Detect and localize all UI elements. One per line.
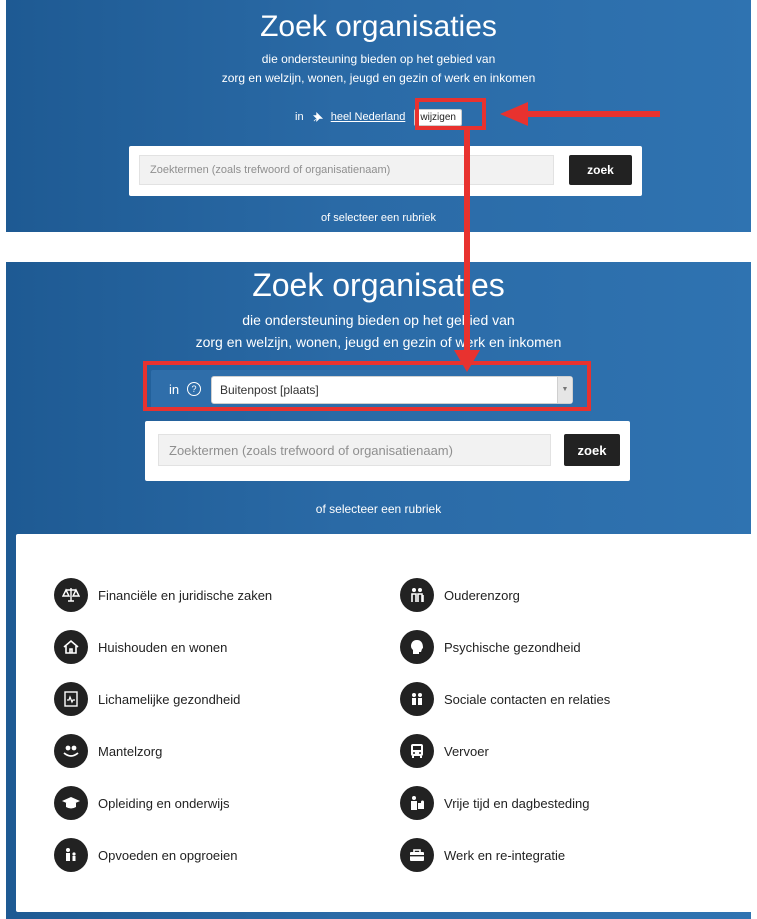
category-item-opvoeden[interactable]: Opvoeden en opgroeien bbox=[54, 838, 238, 872]
arrow-left-icon bbox=[500, 102, 528, 126]
subtitle-line-2-expanded: zorg en welzijn, wonen, jeugd en gezin o… bbox=[195, 334, 562, 350]
elderly-icon bbox=[400, 578, 434, 612]
graduation-cap-icon bbox=[54, 786, 88, 820]
subtitle-line-1-expanded: die ondersteuning bieden op het gebied v… bbox=[242, 312, 515, 328]
heart-monitor-icon bbox=[54, 682, 88, 716]
search-box: zoek bbox=[129, 146, 642, 196]
search-input[interactable] bbox=[139, 155, 554, 185]
people-icon bbox=[400, 682, 434, 716]
category-item-lichamelijk[interactable]: Lichamelijke gezondheid bbox=[54, 682, 240, 716]
category-item-sociale-contacten[interactable]: Sociale contacten en relaties bbox=[400, 682, 610, 716]
category-item-vrije-tijd[interactable]: Vrije tijd en dagbesteding bbox=[400, 786, 590, 820]
category-card: Financiële en juridische zaken Huishoude… bbox=[16, 534, 757, 912]
head-icon bbox=[400, 630, 434, 664]
category-item-werk[interactable]: Werk en re-integratie bbox=[400, 838, 565, 872]
select-rubriek-text-expanded[interactable]: of selecteer een rubriek bbox=[6, 502, 751, 516]
subtitle-line-2: zorg en welzijn, wonen, jeugd en gezin o… bbox=[221, 71, 536, 85]
caregiver-icon bbox=[54, 734, 88, 768]
puzzle-person-icon bbox=[400, 786, 434, 820]
category-item-financien[interactable]: Financiële en juridische zaken bbox=[54, 578, 272, 612]
bus-icon bbox=[400, 734, 434, 768]
parent-child-icon bbox=[54, 838, 88, 872]
annotation-box-change-button bbox=[415, 98, 486, 130]
scales-icon bbox=[54, 578, 88, 612]
location-pin-icon bbox=[312, 111, 323, 122]
select-rubriek-text[interactable]: of selecteer een rubriek bbox=[6, 212, 751, 224]
location-link[interactable]: heel Nederland bbox=[331, 111, 406, 123]
page-title-expanded: Zoek organisaties bbox=[252, 267, 505, 303]
category-item-psychisch[interactable]: Psychische gezondheid bbox=[400, 630, 581, 664]
category-item-ouderenzorg[interactable]: Ouderenzorg bbox=[400, 578, 520, 612]
category-item-mantelzorg[interactable]: Mantelzorg bbox=[54, 734, 162, 768]
annotation-arrow-shaft bbox=[520, 111, 660, 117]
search-button[interactable]: zoek bbox=[569, 155, 632, 185]
category-item-huishouden[interactable]: Huishouden en wonen bbox=[54, 630, 227, 664]
search-button-expanded[interactable]: zoek bbox=[564, 434, 620, 466]
category-item-vervoer[interactable]: Vervoer bbox=[400, 734, 489, 768]
page-title: Zoek organisaties bbox=[260, 10, 497, 43]
in-label: in bbox=[295, 111, 304, 123]
search-input-expanded[interactable] bbox=[158, 434, 551, 466]
house-icon bbox=[54, 630, 88, 664]
annotation-connector-line bbox=[464, 130, 470, 352]
subtitle-line-1: die ondersteuning bieden op het gebied v… bbox=[261, 52, 496, 66]
category-item-opleiding[interactable]: Opleiding en onderwijs bbox=[54, 786, 230, 820]
search-box-expanded: zoek bbox=[145, 421, 630, 481]
briefcase-icon bbox=[400, 838, 434, 872]
annotation-box-location-select bbox=[143, 361, 591, 411]
